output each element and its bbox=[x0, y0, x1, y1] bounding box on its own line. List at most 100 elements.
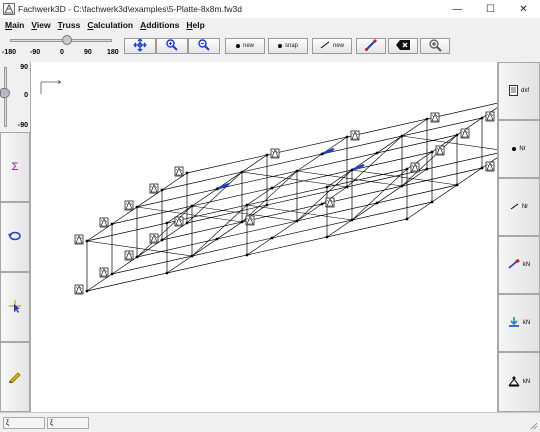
truss-node[interactable] bbox=[190, 204, 194, 208]
truss-node[interactable] bbox=[190, 254, 194, 258]
delete-button[interactable] bbox=[388, 38, 418, 54]
menu-truss-label: russ bbox=[62, 20, 81, 30]
truss-drawing[interactable] bbox=[31, 62, 520, 412]
truss-node[interactable] bbox=[245, 253, 249, 257]
sigma-icon: Σ bbox=[11, 161, 19, 173]
rotation-vertical-slider[interactable]: 90 0 -90 bbox=[0, 62, 30, 132]
truss-diagonal[interactable] bbox=[186, 171, 243, 224]
truss-node[interactable] bbox=[345, 185, 349, 189]
truss-node[interactable] bbox=[215, 187, 219, 191]
truss-member[interactable] bbox=[186, 100, 508, 174]
sum-button[interactable]: Σ bbox=[0, 132, 30, 202]
truss-node[interactable] bbox=[400, 184, 404, 188]
truss-member[interactable] bbox=[406, 150, 508, 220]
support-bearing-icon bbox=[245, 215, 255, 226]
truss-node[interactable] bbox=[165, 221, 169, 225]
support-bearing-icon bbox=[435, 145, 445, 156]
truss-node[interactable] bbox=[375, 151, 379, 155]
minimize-button[interactable]: — bbox=[441, 0, 474, 18]
new-member-button[interactable]: new bbox=[312, 38, 352, 54]
menu-help-label: elp bbox=[192, 20, 205, 30]
draw-button[interactable] bbox=[0, 342, 30, 412]
truss-node[interactable] bbox=[135, 205, 139, 209]
truss-node[interactable] bbox=[270, 186, 274, 190]
pan-button[interactable] bbox=[124, 38, 156, 54]
truss-node[interactable] bbox=[405, 167, 409, 171]
truss-node[interactable] bbox=[325, 185, 329, 189]
cursor-axes-icon bbox=[8, 299, 22, 315]
truss-node[interactable] bbox=[270, 236, 274, 240]
select-button[interactable] bbox=[0, 272, 30, 342]
close-button[interactable]: ✕ bbox=[507, 0, 540, 18]
truss-node[interactable] bbox=[455, 133, 459, 137]
loads-button[interactable]: kN bbox=[498, 294, 540, 352]
rotate-button[interactable] bbox=[0, 202, 30, 272]
truss-node[interactable] bbox=[425, 117, 429, 121]
member-forces-button[interactable]: kN bbox=[498, 236, 540, 294]
truss-diagonal[interactable] bbox=[346, 135, 403, 188]
menu-calculation-label: alculation bbox=[93, 20, 134, 30]
truss-node[interactable] bbox=[295, 169, 299, 173]
truss-node[interactable] bbox=[245, 203, 249, 207]
menu-view[interactable]: View bbox=[31, 20, 50, 30]
truss-node[interactable] bbox=[265, 153, 269, 157]
truss-member[interactable] bbox=[406, 100, 508, 170]
maximize-button[interactable]: ☐ bbox=[474, 0, 507, 18]
truss-canvas[interactable] bbox=[30, 62, 520, 412]
truss-node[interactable] bbox=[135, 255, 139, 259]
truss-node[interactable] bbox=[405, 217, 409, 221]
support-bearing-icon bbox=[149, 233, 159, 244]
truss-node[interactable] bbox=[480, 116, 484, 120]
dxf-button[interactable]: dxf bbox=[498, 62, 540, 120]
menu-calculation[interactable]: Calculation bbox=[87, 20, 133, 30]
member-numbers-button[interactable]: Nr bbox=[498, 178, 540, 236]
support-bearing-icon bbox=[270, 148, 280, 159]
brush-button[interactable] bbox=[356, 38, 386, 54]
snap-button[interactable]: snap bbox=[268, 38, 308, 54]
truss-node[interactable] bbox=[185, 221, 189, 225]
truss-node[interactable] bbox=[240, 220, 244, 224]
zoom-out-button[interactable] bbox=[188, 38, 220, 54]
menu-main[interactable]: Main bbox=[5, 20, 24, 30]
truss-node[interactable] bbox=[425, 167, 429, 171]
truss-node[interactable] bbox=[455, 183, 459, 187]
truss-node[interactable] bbox=[345, 135, 349, 139]
truss-node[interactable] bbox=[110, 222, 114, 226]
truss-node[interactable] bbox=[430, 150, 434, 154]
truss-node[interactable] bbox=[160, 238, 164, 242]
truss-node[interactable] bbox=[325, 235, 329, 239]
truss-node[interactable] bbox=[480, 166, 484, 170]
new-node-button[interactable]: new bbox=[225, 38, 265, 54]
truss-node[interactable] bbox=[240, 170, 244, 174]
truss-node[interactable] bbox=[265, 203, 269, 207]
truss-node[interactable] bbox=[320, 152, 324, 156]
truss-diagonal[interactable] bbox=[401, 135, 508, 152]
truss-node[interactable] bbox=[350, 168, 354, 172]
zoom-in-button[interactable] bbox=[156, 38, 188, 54]
menu-additions[interactable]: Additions bbox=[140, 20, 179, 30]
truss-node[interactable] bbox=[215, 237, 219, 241]
truss-node[interactable] bbox=[85, 289, 89, 293]
truss-node[interactable] bbox=[185, 171, 189, 175]
zoom-extents-button[interactable] bbox=[420, 38, 450, 54]
truss-node[interactable] bbox=[320, 202, 324, 206]
truss-node[interactable] bbox=[295, 219, 299, 223]
menu-help[interactable]: Help bbox=[186, 20, 204, 30]
truss-node[interactable] bbox=[160, 188, 164, 192]
truss-node[interactable] bbox=[375, 201, 379, 205]
reactions-button[interactable]: kN bbox=[498, 352, 540, 412]
slider-thumb[interactable] bbox=[62, 35, 73, 45]
support-bearing-icon bbox=[325, 197, 335, 208]
truss-node[interactable] bbox=[85, 239, 89, 243]
rotation-horizontal-slider[interactable] bbox=[8, 34, 114, 48]
truss-node[interactable] bbox=[350, 218, 354, 222]
truss-node[interactable] bbox=[165, 271, 169, 275]
truss-supports bbox=[74, 94, 520, 295]
truss-node[interactable] bbox=[400, 134, 404, 138]
node-numbers-button[interactable]: Nr bbox=[498, 120, 540, 178]
slider-thumb[interactable] bbox=[0, 87, 10, 98]
truss-node[interactable] bbox=[110, 272, 114, 276]
menu-truss[interactable]: Truss bbox=[58, 20, 81, 30]
truss-node[interactable] bbox=[430, 200, 434, 204]
h-tick-label: 0 bbox=[60, 49, 64, 56]
